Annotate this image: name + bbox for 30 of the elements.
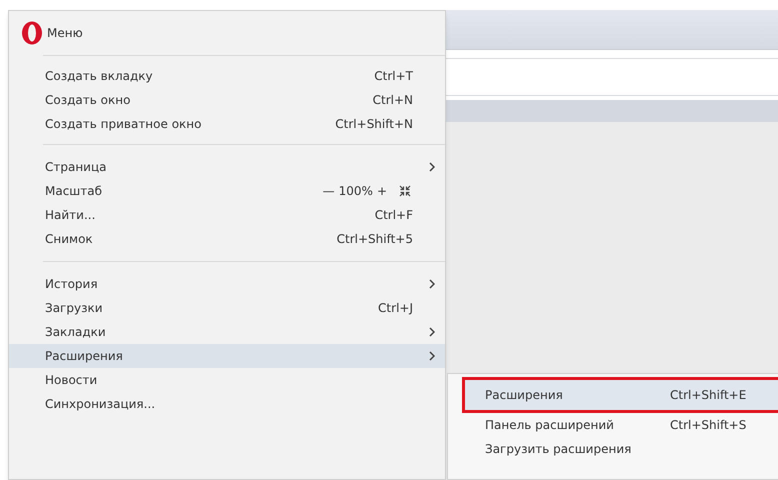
- menu-title: Меню: [47, 25, 83, 42]
- menu-item[interactable]: Создать приватное окно Ctrl+Shift+N: [9, 112, 445, 136]
- shortcut-text: Ctrl+Shift+N: [335, 116, 413, 133]
- submenu-item[interactable]: Загрузить расширения: [462, 437, 778, 461]
- menu-item[interactable]: Создать окно Ctrl+N: [9, 88, 445, 112]
- shortcut-text: Ctrl+Shift+5: [336, 231, 413, 248]
- menu-item[interactable]: Новости: [9, 368, 445, 392]
- menu-item[interactable]: Страница: [9, 155, 445, 179]
- fullscreen-icon[interactable]: [399, 185, 411, 197]
- shortcut-text: Ctrl+N: [372, 92, 413, 109]
- submenu-item[interactable]: Панель расширений Ctrl+Shift+S: [462, 413, 778, 437]
- menu-item[interactable]: История: [9, 272, 445, 296]
- zoom-out-button[interactable]: —: [320, 182, 337, 200]
- menu-item[interactable]: Масштаб — 100% +: [9, 179, 445, 203]
- zoom-in-button[interactable]: +: [374, 182, 389, 200]
- menu-item[interactable]: Снимок Ctrl+Shift+5: [9, 227, 445, 251]
- shortcut-text: Ctrl+Shift+E: [670, 387, 746, 404]
- shortcut-text: Ctrl+T: [374, 68, 413, 85]
- zoom-level: 100%: [338, 183, 374, 200]
- menu-item[interactable]: Закладки: [9, 320, 445, 344]
- menu-item[interactable]: Найти... Ctrl+F: [9, 203, 445, 227]
- menu-item[interactable]: Загрузки Ctrl+J: [9, 296, 445, 320]
- submenu-item[interactable]: Расширения Ctrl+Shift+E: [462, 377, 778, 413]
- shortcut-text: Ctrl+J: [378, 300, 413, 317]
- menu-item[interactable]: Расширения: [9, 344, 445, 368]
- menu-item[interactable]: Синхронизация...: [9, 392, 445, 416]
- menu-item[interactable]: Создать вкладку Ctrl+T: [9, 64, 445, 88]
- shortcut-text: Ctrl+Shift+S: [670, 417, 746, 434]
- shortcut-text: Ctrl+F: [374, 207, 413, 224]
- opera-logo-icon: [21, 21, 43, 45]
